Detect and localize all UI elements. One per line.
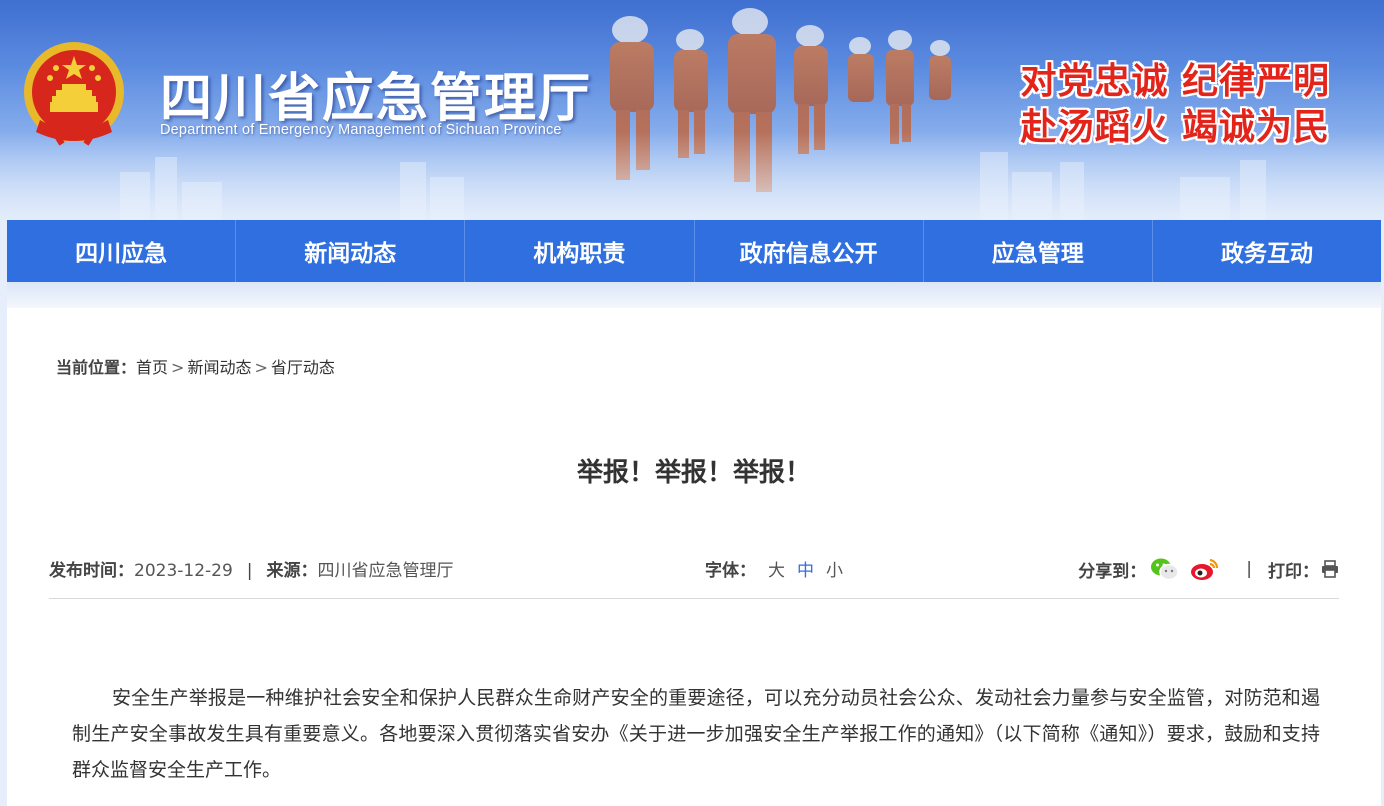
slogan-line-2: 赴汤蹈火 竭诚为民	[1020, 106, 1330, 148]
source-value: 四川省应急管理厅	[317, 561, 454, 581]
breadcrumb-dept-news-link[interactable]: 省厅动态	[271, 358, 335, 377]
slogan-line-1: 对党忠诚 纪律严明	[1020, 60, 1330, 102]
nav-item-emergency-management[interactable]: 应急管理	[924, 220, 1153, 282]
breadcrumb-label: 当前位置：	[56, 358, 137, 377]
nav-shadow	[7, 282, 1381, 308]
font-size-label: 字体：	[705, 561, 756, 581]
article-meta: 发布时间：2023-12-29 | 来源：四川省应急管理厅 字体： 大中小 分享到：	[49, 556, 1339, 582]
meta-divider: |	[246, 561, 253, 581]
nav-item-responsibilities[interactable]: 机构职责	[465, 220, 695, 282]
national-emblem-logo	[24, 42, 124, 146]
font-size-large-button[interactable]: 大	[768, 561, 785, 581]
nav-item-interaction[interactable]: 政务互动	[1153, 220, 1381, 282]
font-size-small-button[interactable]: 小	[826, 561, 843, 581]
site-subtitle: Department of Emergency Management of Si…	[160, 122, 562, 138]
main-nav: 四川应急 新闻动态 机构职责 政府信息公开 应急管理 政务互动	[7, 220, 1381, 282]
print-label: 打印：	[1268, 561, 1319, 582]
weibo-icon[interactable]	[1190, 556, 1220, 582]
publish-date: 2023-12-29	[134, 561, 233, 581]
nav-item-sichuan-emergency[interactable]: 四川应急	[7, 220, 237, 282]
breadcrumb-separator: >	[171, 358, 185, 377]
meta-divider: |	[1246, 559, 1252, 579]
site-title: 四川省应急管理厅	[160, 68, 593, 129]
nav-item-gov-info[interactable]: 政府信息公开	[695, 220, 924, 282]
publish-time-label: 发布时间：	[49, 561, 134, 581]
share-label: 分享到：	[1078, 561, 1147, 582]
article-paragraph: 安全生产举报是一种维护社会安全和保护人民群众生命财产安全的重要途径，可以充分动员…	[72, 687, 1320, 781]
nav-item-news[interactable]: 新闻动态	[236, 220, 466, 282]
printer-icon[interactable]	[1321, 560, 1339, 578]
font-size-medium-button[interactable]: 中	[797, 561, 814, 581]
breadcrumb-news-link[interactable]: 新闻动态	[187, 358, 251, 377]
source-label: 来源：	[266, 561, 318, 581]
breadcrumb: 当前位置：首页 > 新闻动态 > 省厅动态	[56, 354, 335, 378]
header-banner: 四川省应急管理厅 Department of Emergency Managem…	[0, 0, 1384, 222]
main-content: 当前位置：首页 > 新闻动态 > 省厅动态 举报！举报！举报！ 发布时间：2023-12…	[7, 308, 1381, 806]
wechat-icon[interactable]	[1150, 557, 1180, 581]
meta-separator-line	[49, 598, 1339, 599]
breadcrumb-home-link[interactable]: 首页	[136, 358, 168, 377]
article-title: 举报！举报！举报！	[576, 458, 811, 488]
breadcrumb-separator: >	[254, 358, 268, 377]
